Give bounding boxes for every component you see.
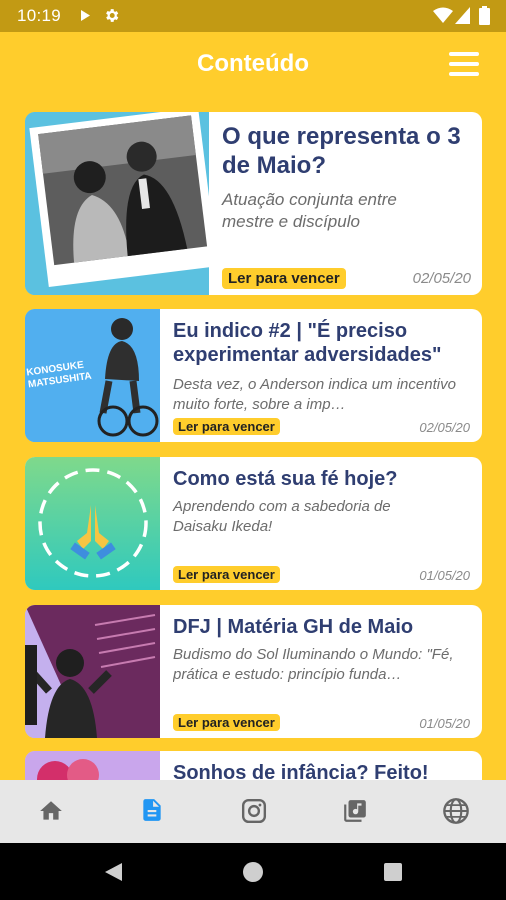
article-title: Sonhos de infância? Feito! [173,762,429,780]
back-icon[interactable] [102,861,124,883]
home-circle-icon[interactable] [242,861,264,883]
nav-conteudo[interactable] [101,780,202,843]
article-card[interactable]: KONOSUKE MATSUSHITA Eu indico #2 | "É pr… [25,309,482,442]
article-date: 02/05/20 [412,270,471,287]
article-body: DFJ | Matéria GH de Maio Budismo do Sol … [160,605,482,738]
gear-icon [106,9,119,22]
nav-instagram[interactable] [202,780,303,843]
article-body: Sonhos de infância? Feito! [160,751,482,780]
signal-icon [455,7,470,24]
article-title: Eu indico #2 | "É preciso experimentar a… [173,320,442,366]
article-body: Eu indico #2 | "É preciso experimentar a… [160,309,482,442]
home-icon [40,801,62,820]
article-thumbnail [25,605,160,738]
read-badge: Ler para vencer [173,714,280,731]
article-subtitle: Budismo do Sol Iluminando o Mundo: "Fé, … [173,646,454,683]
globe-icon [443,798,469,824]
wifi-icon [433,7,453,23]
app-bar: Conteúdo [0,32,506,98]
read-badge: Ler para vencer [173,566,280,583]
article-title: O que representa o 3 de Maio? [222,123,461,179]
article-title: Como está sua fé hoje? [173,468,398,490]
article-card[interactable]: DFJ | Matéria GH de Maio Budismo do Sol … [25,605,482,738]
instagram-icon [241,798,267,824]
page-title: Conteúdo [197,50,309,77]
article-subtitle: Atuação conjunta entre mestre e discípul… [222,190,397,232]
article-thumbnail [25,457,160,590]
article-subtitle: Aprendendo com a sabedoria de Daisaku Ik… [173,498,391,535]
article-thumbnail [25,751,160,780]
status-time: 10:19 [17,6,62,25]
nav-home[interactable] [0,780,101,843]
article-list[interactable]: 3 DE MAIO DE 1960 O que representa o 3 d… [0,98,506,780]
article-body: O que representa o 3 de Maio? Atuação co… [209,112,482,295]
document-icon [143,799,161,821]
status-bar: 10:19 [0,0,506,32]
bottom-navigation [0,780,506,843]
recents-icon[interactable] [383,862,403,882]
music-library-icon [344,800,366,822]
article-subtitle: Desta vez, o Anderson indica um incentiv… [173,376,456,413]
article-title: DFJ | Matéria GH de Maio [173,616,414,638]
hamburger-menu-icon[interactable] [449,52,479,76]
system-navigation-bar [0,843,506,900]
photo-image [25,751,160,780]
praying-hands-icon [38,468,148,578]
article-date: 01/05/20 [419,716,470,731]
nav-web[interactable] [404,780,505,843]
read-badge: Ler para vencer [222,268,346,289]
article-date: 02/05/20 [419,420,470,435]
article-thumbnail: KONOSUKE MATSUSHITA [25,309,160,442]
photo-image [25,605,160,738]
article-card[interactable]: Sonhos de infância? Feito! [25,751,482,780]
play-icon [81,10,90,21]
nav-music[interactable] [303,780,404,843]
article-thumbnail: 3 DE MAIO DE 1960 [25,112,209,295]
article-card[interactable]: Como está sua fé hoje? Aprendendo com a … [25,457,482,590]
article-date: 01/05/20 [419,568,470,583]
article-body: Como está sua fé hoje? Aprendendo com a … [160,457,482,590]
battery-icon [479,6,490,25]
article-card[interactable]: 3 DE MAIO DE 1960 O que representa o 3 d… [25,112,482,295]
read-badge: Ler para vencer [173,418,280,435]
